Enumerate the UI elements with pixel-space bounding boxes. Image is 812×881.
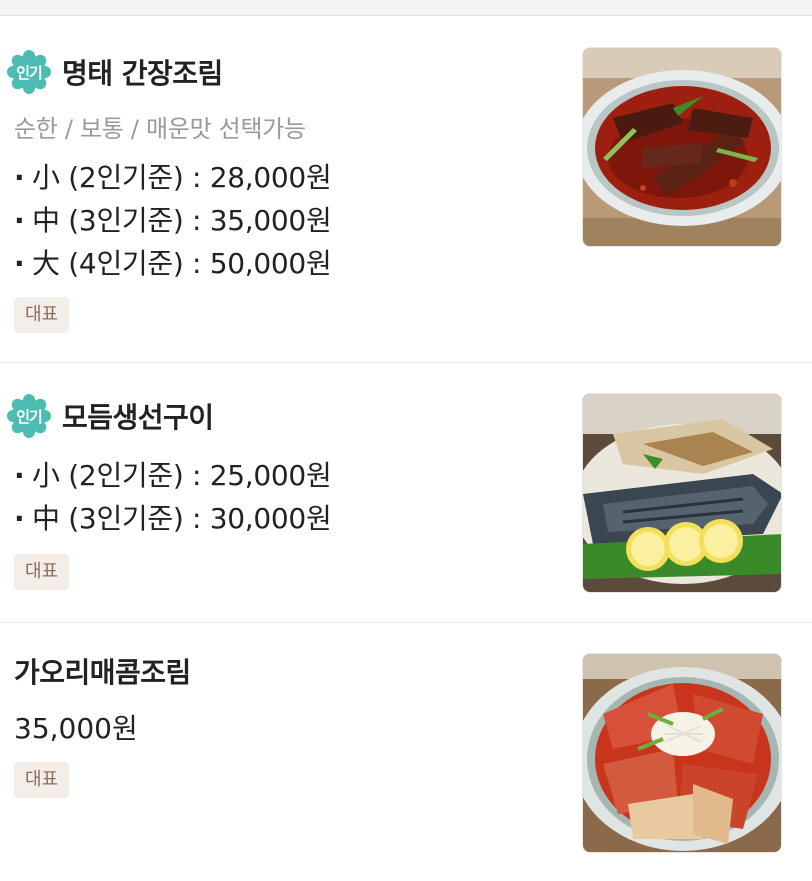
price-option: · 中 (3인기준) : 35,000원 [14, 204, 332, 237]
popular-badge-label: 인기 [16, 63, 43, 82]
popular-badge: 인기 [6, 49, 52, 95]
menu-price: 35,000원 [14, 712, 138, 745]
grilled-fish-image [583, 394, 781, 592]
menu-title-row: 인기 모듬생선구이 [6, 391, 214, 441]
menu-title-row: 인기 명태 간장조림 [6, 47, 223, 97]
menu-photo[interactable] [582, 653, 782, 853]
price-option: · 中 (3인기준) : 30,000원 [14, 502, 332, 535]
menu-list: 인기 명태 간장조림 순한 / 보통 / 매운맛 선택가능 · 小 (2인기준) … [0, 16, 812, 880]
braised-pollock-image [583, 48, 781, 246]
menu-name: 가오리매콤조림 [14, 656, 191, 689]
menu-item-stingray[interactable]: 가오리매콤조림 35,000원 대표 [0, 623, 812, 880]
popular-badge-label: 인기 [16, 407, 43, 426]
signature-tag: 대표 [14, 297, 70, 333]
menu-photo[interactable] [582, 47, 782, 247]
price-option: · 小 (2인기준) : 25,000원 [14, 459, 332, 492]
price-list: · 小 (2인기준) : 28,000원 · 中 (3인기준) : 35,000원 … [14, 156, 332, 285]
price-option: · 小 (2인기준) : 28,000원 [14, 161, 332, 194]
menu-name: 명태 간장조림 [62, 57, 223, 90]
braised-stingray-image [583, 654, 781, 852]
popular-badge: 인기 [6, 393, 52, 439]
signature-tag: 대표 [14, 762, 70, 798]
top-divider-strip [0, 0, 812, 16]
menu-description: 순한 / 보통 / 매운맛 선택가능 [14, 115, 306, 143]
price-list: · 小 (2인기준) : 25,000원 · 中 (3인기준) : 30,000원 [14, 454, 332, 540]
price-option: · 大 (4인기준) : 50,000원 [14, 247, 332, 280]
menu-item-fish-platter[interactable]: 인기 모듬생선구이 · 小 (2인기준) : 25,000원 · 中 (3인기준) … [0, 363, 812, 623]
signature-tag: 대표 [14, 554, 70, 590]
menu-name: 모듬생선구이 [62, 401, 214, 434]
menu-item-myeongtae[interactable]: 인기 명태 간장조림 순한 / 보통 / 매운맛 선택가능 · 小 (2인기준) … [0, 16, 812, 363]
menu-photo[interactable] [582, 393, 782, 593]
